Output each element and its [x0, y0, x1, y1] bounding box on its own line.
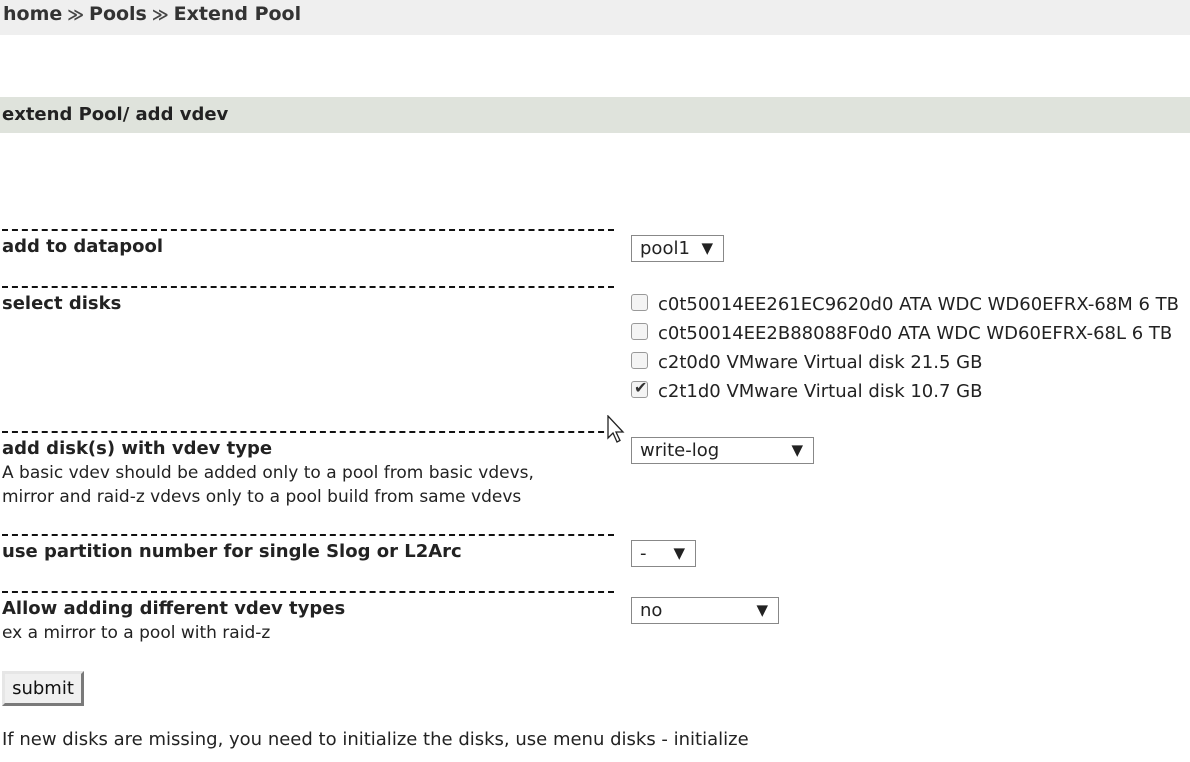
allow-different-select-value: no [640, 600, 663, 621]
breadcrumb-separator-icon: ≫ [151, 5, 169, 24]
row-divider [2, 286, 614, 288]
vdev-type-description: mirror and raid-z vdevs only to a pool b… [2, 487, 522, 507]
disk-label: c2t0d0 VMware Virtual disk 21.5 GB [658, 352, 983, 373]
breadcrumb-home-link[interactable]: home [3, 3, 62, 25]
allow-different-label: Allow adding different vdev types [2, 598, 346, 619]
mouse-pointer-icon [607, 415, 625, 443]
partition-label: use partition number for single Slog or … [2, 541, 462, 562]
chevron-down-icon: ▼ [791, 441, 803, 459]
partition-select[interactable]: - ▼ [631, 540, 696, 567]
row-divider [2, 534, 614, 536]
disk-checkbox[interactable] [631, 323, 648, 340]
disk-label: c0t50014EE2B88088F0d0 ATA WDC WD60EFRX-6… [658, 323, 1173, 344]
disk-checkbox[interactable] [631, 352, 648, 369]
chevron-down-icon: ▼ [701, 239, 713, 257]
checkmark-icon: ✔ [634, 378, 648, 397]
datapool-label: add to datapool [2, 236, 163, 257]
row-divider [2, 431, 614, 433]
breadcrumb-separator-icon: ≫ [67, 5, 85, 24]
breadcrumb: home ≫ Pools ≫ Extend Pool [0, 0, 1190, 35]
vdev-type-select-value: write-log [640, 440, 720, 461]
vdev-type-select[interactable]: write-log ▼ [631, 437, 814, 464]
chevron-down-icon: ▼ [673, 544, 685, 562]
row-divider [2, 591, 614, 593]
disk-checkbox[interactable] [631, 294, 648, 311]
allow-different-select[interactable]: no ▼ [631, 597, 779, 624]
disk-checkbox-checked[interactable]: ✔ [631, 378, 648, 398]
datapool-select-value: pool1 [640, 238, 690, 259]
vdev-type-description: A basic vdev should be added only to a p… [2, 463, 534, 483]
select-disks-label: select disks [2, 293, 122, 314]
disk-label: c2t1d0 VMware Virtual disk 10.7 GB [658, 381, 983, 402]
section-title: extend Pool/ add vdev [0, 97, 1190, 133]
breadcrumb-extend-pool-link[interactable]: Extend Pool [174, 3, 302, 25]
vdev-type-label: add disk(s) with vdev type [2, 438, 273, 459]
row-divider [2, 229, 614, 231]
breadcrumb-pools-link[interactable]: Pools [89, 3, 147, 25]
footer-note: If new disks are missing, you need to in… [2, 729, 749, 750]
allow-different-description: ex a mirror to a pool with raid-z [2, 623, 271, 643]
datapool-select[interactable]: pool1 ▼ [631, 235, 724, 262]
partition-select-value: - [640, 543, 647, 564]
submit-button[interactable]: submit [2, 671, 84, 706]
disk-label: c0t50014EE261EC9620d0 ATA WDC WD60EFRX-6… [658, 294, 1180, 315]
chevron-down-icon: ▼ [756, 601, 768, 619]
